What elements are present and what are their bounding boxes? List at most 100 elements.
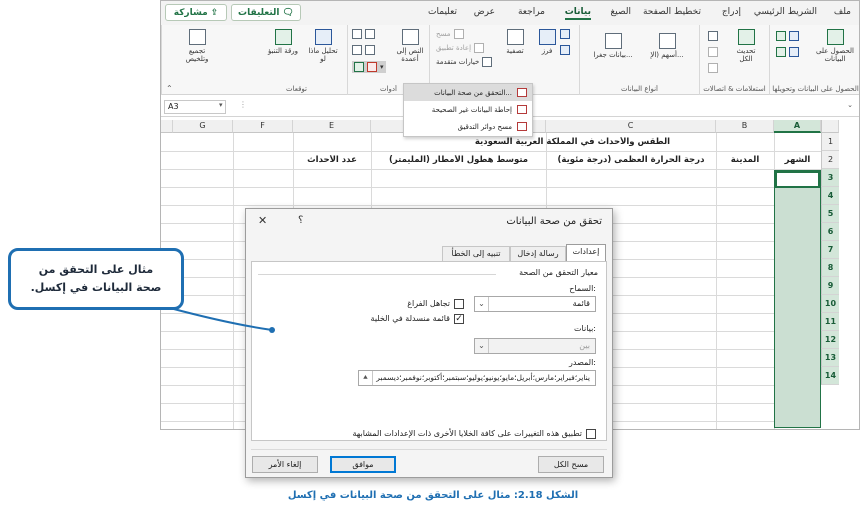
row-header[interactable]: 5 xyxy=(821,205,839,223)
allow-select[interactable]: قائمة ⌄ xyxy=(474,296,596,312)
funnel-icon xyxy=(506,29,524,45)
menu-item-data-validation[interactable]: التحقق من صحة البيانات... xyxy=(404,84,532,101)
header-cell-rainfall[interactable]: متوسط هطول الأمطار (المليمتر) xyxy=(371,155,546,165)
apply-all-label: تطبيق هذه التغييرات على كافة الخلايا الأ… xyxy=(352,429,582,438)
selected-range[interactable] xyxy=(774,170,821,428)
geography-button[interactable]: بيانات جغرا... xyxy=(589,33,637,59)
forecast-sheet-button[interactable]: ورقة التنبؤ xyxy=(265,29,301,55)
properties-button[interactable] xyxy=(708,47,721,57)
help-icon[interactable]: ؟ xyxy=(298,215,303,226)
column-header-g[interactable]: G xyxy=(173,120,233,133)
tab-formulas[interactable]: الصيغ xyxy=(610,7,631,17)
queries-icon xyxy=(708,31,718,41)
tab-review[interactable]: مراجعة xyxy=(518,7,545,17)
menu-item-label: إحاطة البيانات غير الصحيحة xyxy=(431,105,512,114)
sort-button[interactable]: فرز xyxy=(535,29,559,55)
refresh-all-button[interactable]: تحديث الكل xyxy=(731,29,761,63)
clear-all-button[interactable]: مسح الكل xyxy=(538,456,604,473)
menu-item-clear-circles[interactable]: مسح دوائر التدقيق xyxy=(404,118,532,135)
column-header-e[interactable]: E xyxy=(293,120,371,133)
close-icon[interactable]: ✕ xyxy=(258,214,267,227)
collapse-ribbon-icon[interactable]: ⌃ xyxy=(166,84,173,93)
source-value: يناير؛فبراير؛مارس؛أبريل؛مايو؛يونيو؛يوليو… xyxy=(376,373,590,382)
column-header-f[interactable]: F xyxy=(233,120,293,133)
outline-button[interactable]: تجميع وتلخيص xyxy=(177,29,217,63)
remove-duplicates-icon xyxy=(365,29,375,39)
in-cell-dropdown-checkbox[interactable]: ✓ xyxy=(454,314,464,324)
select-all-corner[interactable] xyxy=(161,120,173,133)
clear-filter-button[interactable]: مسح xyxy=(436,29,467,39)
queries-button[interactable] xyxy=(708,31,721,41)
sheet-title-cell[interactable]: الطقس والأحداث في المملكة العربية السعود… xyxy=(371,137,774,147)
row-header[interactable]: 6 xyxy=(821,223,839,241)
advanced-filter-button[interactable]: خيارات متقدمة xyxy=(436,57,495,67)
menu-item-label: مسح دوائر التدقيق xyxy=(457,122,512,131)
flash-fill-button[interactable] xyxy=(352,29,378,39)
tab-insert[interactable]: إدراج xyxy=(722,7,741,17)
chevron-down-icon: ⌄ xyxy=(475,339,489,353)
share-button[interactable]: مشاركة ⇪ xyxy=(165,4,227,21)
ok-button[interactable]: موافق xyxy=(330,456,396,473)
column-header-c[interactable]: C xyxy=(546,120,716,133)
what-if-button[interactable]: تحليل ماذا لو xyxy=(305,29,341,63)
tab-help[interactable]: تعليمات xyxy=(428,7,457,17)
row-header[interactable]: 3 xyxy=(821,169,839,187)
tab-view[interactable]: عرض xyxy=(474,7,495,17)
ignore-blank-checkbox[interactable] xyxy=(454,299,464,309)
expand-formula-bar-icon[interactable]: ⌄ xyxy=(847,101,853,109)
consolidate-button[interactable] xyxy=(352,45,378,55)
tab-error-alert[interactable]: تنبيه إلى الخطأ xyxy=(442,246,510,261)
settings-panel: معيار التحقق من الصحة السماح: قائمة ⌄ تج… xyxy=(251,261,607,441)
callout-text-line1: مثال على التحقق من xyxy=(38,263,154,277)
row-header[interactable]: 14 xyxy=(821,367,839,385)
menu-item-circle-invalid[interactable]: إحاطة البيانات غير الصحيحة xyxy=(404,101,532,118)
source-input[interactable]: يناير؛فبراير؛مارس؛أبريل؛مايو؛يونيو؛يوليو… xyxy=(358,370,596,386)
column-header-a[interactable]: A xyxy=(774,120,821,133)
active-cell[interactable] xyxy=(775,171,820,188)
from-text-button[interactable] xyxy=(776,31,802,41)
header-cell-max-temp[interactable]: درجة الحرارة العظمى (درجة مئوية) xyxy=(546,155,716,165)
stocks-button[interactable]: أسهم (الإ... xyxy=(643,33,691,59)
row-header[interactable]: 9 xyxy=(821,277,839,295)
share-icon: ⇪ xyxy=(210,7,219,18)
reapply-button[interactable]: إعادة تطبيق xyxy=(436,43,487,53)
what-if-icon xyxy=(314,29,332,45)
sort-za-button[interactable] xyxy=(560,45,573,55)
row-header[interactable]: 1 xyxy=(821,133,839,151)
column-header-b[interactable]: B xyxy=(716,120,774,133)
header-cell-events[interactable]: عدد الأحداث xyxy=(293,155,371,165)
row-header[interactable]: 8 xyxy=(821,259,839,277)
row-header[interactable]: 13 xyxy=(821,349,839,367)
tab-settings[interactable]: إعدادات xyxy=(566,244,606,262)
chevron-down-icon[interactable]: ▾ xyxy=(219,101,223,109)
row-header[interactable]: 10 xyxy=(821,295,839,313)
text-to-columns-button[interactable]: النص إلى أعمدة xyxy=(395,29,425,63)
header-cell-city[interactable]: المدينة xyxy=(716,155,774,165)
range-select-icon[interactable]: ⯅ xyxy=(359,371,373,385)
edit-links-button[interactable] xyxy=(708,63,721,73)
header-cell-month[interactable]: الشهر xyxy=(774,155,821,165)
callout-box: مثال على التحقق من صحة البيانات في إكسل. xyxy=(8,248,184,310)
row-header[interactable]: 2 xyxy=(821,151,839,169)
reapply-label: إعادة تطبيق xyxy=(436,44,472,52)
data-select[interactable]: بين ⌄ xyxy=(474,338,596,354)
filter-button[interactable]: تصفية xyxy=(501,29,529,55)
row-header[interactable]: 4 xyxy=(821,187,839,205)
get-data-button[interactable]: الحصول على البيانات xyxy=(815,29,855,63)
tab-home[interactable]: الشريط الرئيسي xyxy=(754,7,817,17)
tab-input-message[interactable]: رسالة إدخال xyxy=(510,246,566,261)
data-validation-button[interactable]: ▾ xyxy=(352,61,386,73)
apply-all-checkbox[interactable] xyxy=(586,429,596,439)
table-icon xyxy=(776,47,786,57)
row-header[interactable]: 12 xyxy=(821,331,839,349)
tab-file[interactable]: ملف xyxy=(834,7,851,17)
row-header[interactable]: 11 xyxy=(821,313,839,331)
cancel-button[interactable]: إلغاء الأمر xyxy=(252,456,318,473)
tab-page-layout[interactable]: تخطيط الصفحة xyxy=(643,7,701,17)
comments-button[interactable]: التعليقات 🗨 xyxy=(231,4,301,21)
tab-data[interactable]: بيانات xyxy=(564,7,591,20)
name-box[interactable]: A3 xyxy=(164,100,226,114)
from-table-button[interactable] xyxy=(776,47,802,57)
sort-az-button[interactable] xyxy=(560,29,573,39)
row-header[interactable]: 7 xyxy=(821,241,839,259)
